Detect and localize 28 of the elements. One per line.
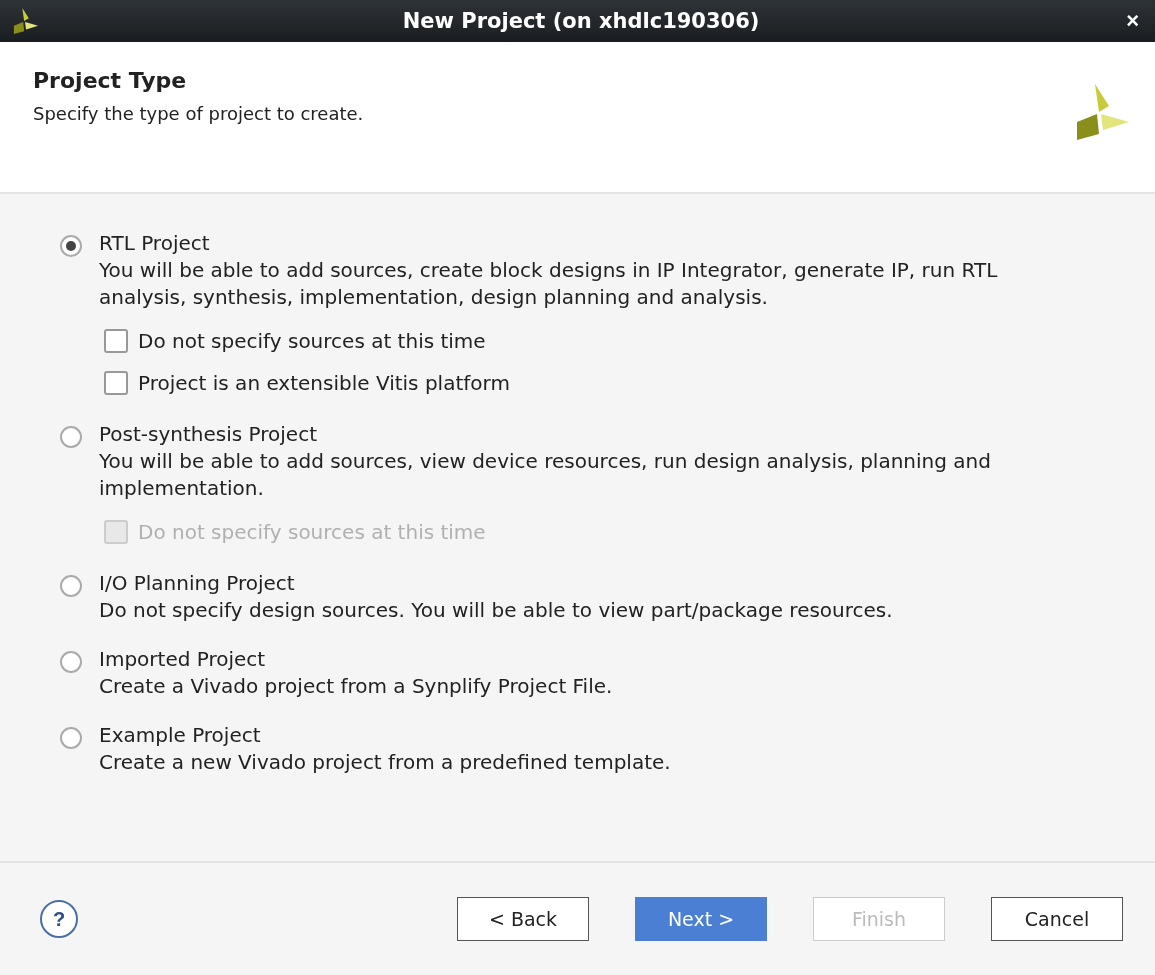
radio-button[interactable]: [60, 727, 82, 749]
option-label[interactable]: Imported Project: [99, 646, 266, 673]
page-title: Project Type: [33, 68, 188, 93]
dialog-button[interactable]: Cancel: [991, 897, 1123, 941]
checkbox[interactable]: [104, 329, 128, 353]
logo-icon: [12, 7, 40, 35]
dialog-button[interactable]: Next >: [635, 897, 767, 941]
option-description: You will be able to add sources, create block designs in IP Integrator, generate IP, run RTL analysis, synthesis, implementation, design planning and analysis.: [99, 257, 999, 311]
radio-button[interactable]: [60, 426, 82, 448]
dialog-button[interactable]: < Back: [457, 897, 589, 941]
option-description: Do not specify design sources. You will be able to view part/package resources.: [99, 597, 893, 624]
radio-button[interactable]: [60, 651, 82, 673]
page-subtitle: Specify the type of project to create.: [33, 103, 365, 124]
radio-button[interactable]: [60, 575, 82, 597]
radio-button[interactable]: [60, 235, 82, 257]
option-label[interactable]: Post-synthesis Project: [99, 421, 317, 448]
checkbox-label[interactable]: Do not specify sources at this time: [138, 329, 486, 353]
option-label[interactable]: Example Project: [99, 722, 261, 749]
help-button[interactable]: ?: [40, 900, 78, 938]
option-label[interactable]: RTL Project: [99, 230, 210, 257]
option-description: You will be able to add sources, view device resources, run design analysis, planning and implementation.: [99, 448, 992, 502]
window-title: New Project (on xhdlc190306): [401, 9, 761, 33]
option-description: Create a Vivado project from a Synplify Project File.: [99, 673, 613, 700]
close-button[interactable]: ×: [1122, 8, 1143, 34]
checkbox[interactable]: [104, 371, 128, 395]
option-label[interactable]: I/O Planning Project: [99, 570, 295, 597]
option-description: Create a new Vivado project from a predefined template.: [99, 749, 671, 776]
checkbox-label[interactable]: Project is an extensible Vitis platform: [138, 371, 510, 395]
